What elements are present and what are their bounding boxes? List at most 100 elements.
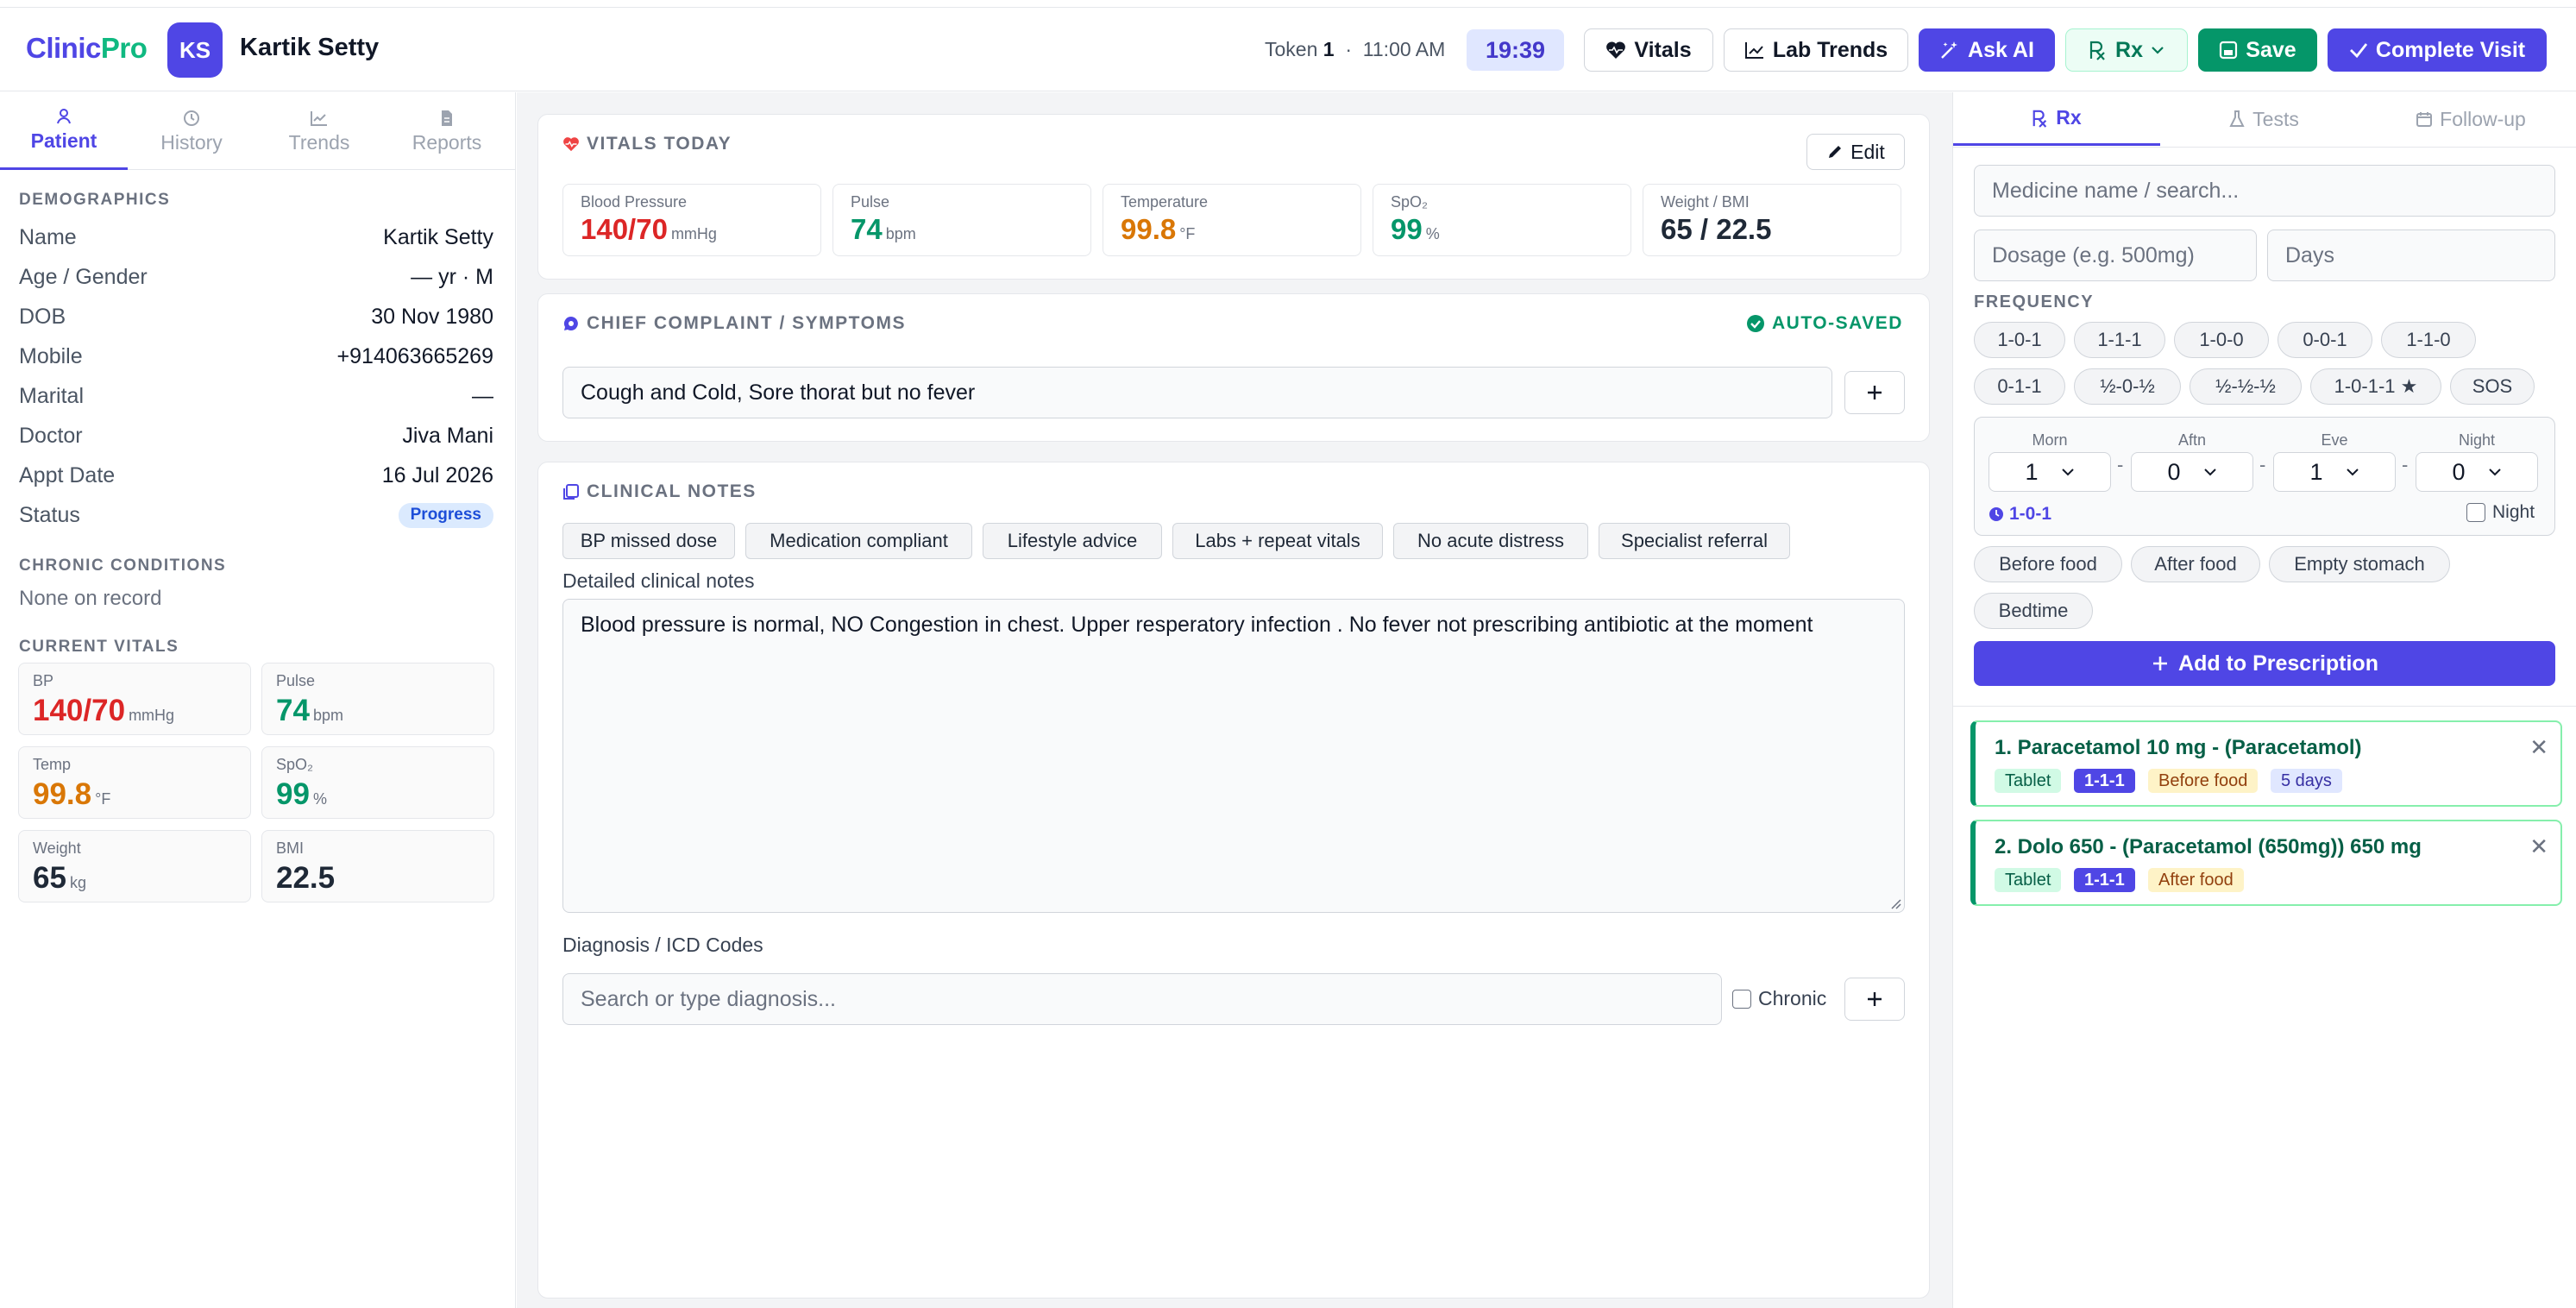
- slot-select-aftn[interactable]: 0: [2131, 452, 2253, 492]
- freq-option-half-0-half[interactable]: ½-0-½: [2074, 368, 2181, 405]
- night-checkbox-group: Night: [2466, 502, 2535, 523]
- save-button[interactable]: Save: [2198, 28, 2317, 72]
- slot-label-night: Night: [2458, 431, 2496, 449]
- vital-card-bmi: BMI 22.5: [261, 830, 494, 902]
- chronic-checkbox[interactable]: [1732, 989, 1751, 1009]
- add-diagnosis-button[interactable]: [1844, 978, 1905, 1021]
- rx-icon: [2033, 110, 2047, 128]
- rx-form-tag: Tablet: [1995, 769, 2062, 793]
- app-logo[interactable]: ClinicPro: [26, 32, 148, 65]
- rx-dropdown-button[interactable]: Rx: [2065, 28, 2188, 72]
- add-to-prescription-button[interactable]: Add to Prescription: [1974, 641, 2555, 686]
- rx-form-tag: Tablet: [1995, 868, 2062, 892]
- flask-icon: [2229, 110, 2245, 127]
- clinical-notes-card: CLINICAL NOTES BP missed dose Medication…: [537, 462, 1930, 1299]
- prescription-item[interactable]: 2. Dolo 650 - (Paracetamol (650mg)) 650 …: [1970, 820, 2562, 906]
- demo-row-appt-date: Appt Date 16 Jul 2026: [19, 463, 493, 487]
- freq-option-1-1-1[interactable]: 1-1-1: [2074, 322, 2165, 358]
- slot-label-morn: Morn: [2032, 431, 2068, 449]
- token-info: Token 1 · 11:00 AM: [1265, 38, 1446, 60]
- heart-pulse-icon: [1606, 41, 1626, 59]
- pencil-icon: [1829, 146, 1842, 158]
- vitals-today-title: VITALS TODAY: [562, 134, 732, 154]
- slot-select-morn[interactable]: 1: [1989, 452, 2111, 492]
- remove-prescription-button[interactable]: ✕: [2529, 833, 2548, 860]
- chevron-down-icon: [2203, 468, 2216, 476]
- user-icon: [57, 109, 71, 124]
- quick-chip-no-acute-distress[interactable]: No acute distress: [1393, 523, 1588, 559]
- left-tabs: Patient History Trends Reports: [0, 92, 515, 170]
- dosage-input[interactable]: Dosage (e.g. 500mg): [1974, 230, 2257, 281]
- vitals-button[interactable]: Vitals: [1584, 28, 1713, 72]
- complaint-title: CHIEF COMPLAINT / SYMPTOMS: [562, 313, 906, 334]
- patient-avatar: KS: [167, 22, 223, 78]
- quick-chip-bp-missed-dose[interactable]: BP missed dose: [562, 523, 735, 559]
- freq-option-1-0-1[interactable]: 1-0-1: [1974, 322, 2065, 358]
- add-complaint-button[interactable]: [1844, 371, 1905, 414]
- slot-separator: -: [2402, 454, 2409, 475]
- ask-ai-button[interactable]: Ask AI: [1919, 28, 2055, 72]
- tab-history[interactable]: History: [128, 92, 255, 170]
- complete-visit-button[interactable]: Complete Visit: [2328, 28, 2547, 72]
- demographics-title: DEMOGRAPHICS: [19, 191, 171, 209]
- freq-option-half-half-half[interactable]: ½-½-½: [2190, 368, 2302, 405]
- plus-icon: [1868, 386, 1882, 399]
- current-vitals-title: CURRENT VITALS: [19, 638, 179, 656]
- edit-vitals-button[interactable]: Edit: [1806, 134, 1905, 170]
- tab-tests[interactable]: Tests: [2160, 92, 2367, 146]
- demo-row-mobile: Mobile +914063665269: [19, 344, 493, 368]
- frequency-summary: 1-0-1: [1989, 504, 2051, 525]
- tab-follow-up[interactable]: Follow-up: [2367, 92, 2574, 146]
- chart-line-icon: [311, 110, 327, 126]
- rx-frequency-tag: 1-1-1: [2074, 769, 2135, 793]
- tab-rx[interactable]: Rx: [1953, 92, 2160, 146]
- chevron-down-icon: [2346, 468, 2359, 476]
- notes-icon: [563, 484, 579, 500]
- days-input[interactable]: Days: [2267, 230, 2555, 281]
- magic-wand-icon: [1941, 41, 1958, 59]
- document-icon: [442, 110, 452, 126]
- food-option-before[interactable]: Before food: [1974, 546, 2122, 582]
- history-icon: [184, 110, 199, 126]
- freq-option-1-0-1-1[interactable]: 1-0-1-1 ★: [2310, 368, 2441, 405]
- prescription-title: 2. Dolo 650 - (Paracetamol (650mg)) 650 …: [1995, 835, 2422, 858]
- quick-chip-specialist-referral[interactable]: Specialist referral: [1599, 523, 1790, 559]
- slot-select-eve[interactable]: 1: [2273, 452, 2396, 492]
- quick-chip-labs-repeat-vitals[interactable]: Labs + repeat vitals: [1172, 523, 1383, 559]
- tab-reports[interactable]: Reports: [383, 92, 511, 170]
- food-option-empty-stomach[interactable]: Empty stomach: [2269, 546, 2450, 582]
- remove-prescription-button[interactable]: ✕: [2529, 734, 2548, 761]
- night-checkbox[interactable]: [2466, 503, 2485, 522]
- freq-option-1-0-0[interactable]: 1-0-0: [2174, 322, 2269, 358]
- quick-chip-lifestyle-advice[interactable]: Lifestyle advice: [983, 523, 1162, 559]
- tab-trends[interactable]: Trends: [255, 92, 383, 170]
- food-option-after[interactable]: After food: [2131, 546, 2260, 582]
- tab-patient[interactable]: Patient: [0, 92, 128, 170]
- slot-select-night[interactable]: 0: [2416, 452, 2538, 492]
- rx-food-tag: Before food: [2148, 769, 2259, 793]
- resize-handle-icon[interactable]: [1889, 897, 1901, 909]
- food-option-bedtime[interactable]: Bedtime: [1974, 593, 2093, 629]
- detailed-notes-textarea[interactable]: Blood pressure is normal, NO Congestion …: [562, 599, 1905, 913]
- vital-card-weight: Weight 65 kg: [18, 830, 251, 902]
- diagnosis-search-input[interactable]: Search or type diagnosis...: [562, 973, 1722, 1025]
- medicine-search-input[interactable]: Medicine name / search...: [1974, 165, 2555, 217]
- complaint-input[interactable]: Cough and Cold, Sore thorat but no fever: [562, 367, 1832, 418]
- chronic-title: CHRONIC CONDITIONS: [19, 557, 227, 575]
- prescription-item[interactable]: 1. Paracetamol 10 mg - (Paracetamol) ✕ T…: [1970, 720, 2562, 807]
- freq-option-0-1-1[interactable]: 0-1-1: [1974, 368, 2065, 405]
- quick-chip-medication-compliant[interactable]: Medication compliant: [745, 523, 972, 559]
- visit-timer: 19:39: [1467, 29, 1564, 71]
- rx-icon: [2089, 41, 2105, 60]
- freq-option-1-1-0[interactable]: 1-1-0: [2381, 322, 2476, 358]
- demo-row-dob: DOB 30 Nov 1980: [19, 305, 493, 329]
- chat-bubble-icon: [563, 316, 578, 330]
- vitals-today-card: VITALS TODAY Edit Blood Pressure 140/70 mm…: [537, 114, 1930, 280]
- freq-option-sos[interactable]: SOS: [2450, 368, 2535, 405]
- vital-card-pulse: Pulse 74 bpm: [261, 663, 494, 735]
- vital-pulse: Pulse 74 bpm: [832, 184, 1091, 256]
- auto-saved-indicator: AUTO-SAVED: [1746, 313, 1903, 334]
- lab-trends-button[interactable]: Lab Trends: [1724, 28, 1908, 72]
- vital-card-temp: Temp 99.8 °F: [18, 746, 251, 819]
- freq-option-0-0-1[interactable]: 0-0-1: [2278, 322, 2372, 358]
